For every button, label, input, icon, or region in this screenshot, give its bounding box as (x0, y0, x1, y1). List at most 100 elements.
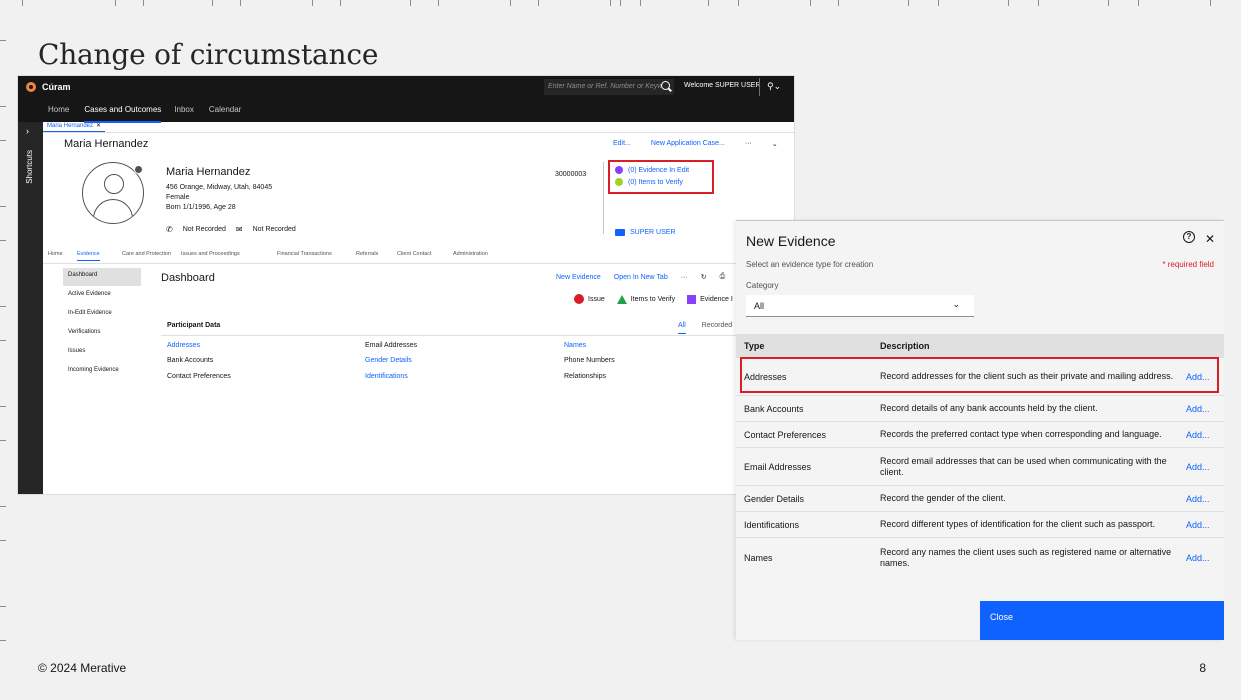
nav-dashboard[interactable]: Dashboard (63, 268, 141, 286)
case-owner-link[interactable]: SUPER USER (615, 229, 676, 236)
add-names-link[interactable]: Add... (1180, 553, 1224, 563)
person-address: 456 Orange, Midway, Utah, 84045 (166, 184, 273, 191)
divider (736, 220, 1224, 221)
phone-numbers-item: Phone Numbers (564, 357, 615, 364)
category-select[interactable]: All ⌄ (746, 295, 974, 317)
new-evidence-link[interactable]: New Evidence (556, 274, 601, 281)
nav-incoming-evidence[interactable]: Incoming Evidence (63, 363, 141, 381)
search-input[interactable]: Enter Name or Ref. Number or Keyw (544, 79, 674, 95)
names-link[interactable]: Names (564, 342, 586, 349)
table-header: Type Description (736, 334, 1224, 358)
dashboard-title: Dashboard (161, 272, 215, 284)
addresses-link[interactable]: Addresses (167, 342, 200, 349)
close-icon[interactable]: ✕ (1205, 232, 1215, 246)
divider (43, 132, 794, 133)
welcome-text: Welcome SUPER USER (684, 82, 761, 89)
email-addresses-item: Email Addresses (365, 342, 418, 349)
nav-verifications[interactable]: Verifications (63, 325, 141, 343)
close-button[interactable]: Close (980, 601, 1224, 640)
nav-tab-calendar[interactable]: Calendar (209, 102, 254, 123)
bank-accounts-item: Bank Accounts (167, 357, 214, 364)
search-icon[interactable] (661, 81, 670, 90)
close-tab-icon[interactable]: ✕ (96, 123, 101, 129)
divider (759, 78, 760, 96)
page-number: 8 (1199, 661, 1206, 675)
person-born: Born 1/1/1996, Age 28 (166, 204, 236, 211)
overflow-menu-icon[interactable]: ··· (745, 140, 752, 148)
nav-issues[interactable]: Issues (63, 344, 141, 362)
dashboard-actions: New Evidence Open In New Tab ··· ↻ ⎙ (556, 273, 725, 281)
avatar-head (104, 174, 124, 194)
refresh-icon[interactable]: ↻ (701, 273, 707, 281)
table-row: Gender Details Record the gender of the … (736, 486, 1224, 512)
filter-all[interactable]: All (678, 322, 686, 334)
description-header: Description (880, 341, 930, 351)
add-contact-preferences-link[interactable]: Add... (1180, 430, 1224, 440)
verify-status[interactable]: Items to Verify (616, 294, 675, 304)
tab-care-protection[interactable]: Care and Protection (122, 251, 171, 257)
category-label: Category (746, 281, 779, 290)
items-to-verify-link[interactable]: (0) Items to Verify (615, 178, 683, 186)
modal-subtitle: Select an evidence type for creation (746, 260, 874, 269)
help-icon[interactable]: ? (1183, 231, 1195, 243)
table-row: Email Addresses Record email addresses t… (736, 448, 1224, 486)
print-icon[interactable]: ⎙ (720, 273, 726, 281)
briefcase-icon (615, 229, 625, 236)
email-value: Not Recorded (252, 226, 296, 233)
gender-details-link[interactable]: Gender Details (365, 357, 412, 364)
nav-tab-cases[interactable]: Cases and Outcomes (84, 102, 162, 123)
phone-value: Not Recorded (182, 226, 226, 233)
header-actions: Edit... New Application Case... ··· ⌄ (613, 140, 778, 148)
status-row: Issue Items to Verify Evidence I (574, 294, 733, 304)
addresses-highlight-box (740, 357, 1219, 393)
case-tab[interactable]: Maria Hernandez ✕ (43, 122, 106, 132)
add-identifications-link[interactable]: Add... (1180, 520, 1224, 530)
expand-chevron-icon[interactable]: › (26, 126, 29, 136)
modal-title: New Evidence (746, 233, 836, 249)
user-menu-icon[interactable]: ⚲⌄ (767, 81, 783, 91)
evidence-left-nav: Dashboard Active Evidence In-Edit Eviden… (63, 268, 141, 382)
divider (603, 162, 604, 234)
add-gender-details-link[interactable]: Add... (1180, 494, 1224, 504)
curam-app-window: Cúram Enter Name or Ref. Number or Keyw … (18, 76, 794, 494)
tab-client-contact[interactable]: Client Contact (397, 251, 432, 257)
evidence-in-edit-link[interactable]: (0) Evidence In Edit (615, 166, 689, 174)
identifications-link[interactable]: Identifications (365, 373, 408, 380)
chevron-down-icon[interactable]: ⌄ (772, 140, 778, 148)
slide-grid-left (0, 0, 6, 700)
nav-tab-home[interactable]: Home (48, 102, 82, 123)
nav-tab-inbox[interactable]: Inbox (174, 102, 207, 123)
tab-evidence[interactable]: Evidence (77, 251, 100, 261)
tab-financial-transactions[interactable]: Financial Transactions (277, 251, 332, 257)
tab-home[interactable]: Home (48, 251, 63, 257)
new-application-case-link[interactable]: New Application Case... (651, 140, 725, 148)
brand[interactable]: Cúram (26, 82, 71, 92)
add-email-addresses-link[interactable]: Add... (1180, 462, 1224, 472)
filter-recorded[interactable]: Recorded (702, 322, 732, 334)
relationships-item: Relationships (564, 373, 607, 380)
edit-link[interactable]: Edit... (613, 140, 631, 148)
edit-photo-icon[interactable] (134, 165, 143, 174)
table-row: Names Record any names the client uses s… (736, 538, 1224, 578)
tab-referrals[interactable]: Referrals (356, 251, 378, 257)
add-bank-accounts-link[interactable]: Add... (1180, 404, 1224, 414)
tab-administration[interactable]: Administration (453, 251, 488, 257)
issue-status[interactable]: Issue (574, 294, 605, 304)
open-new-tab-link[interactable]: Open In New Tab (614, 274, 668, 281)
nav-active-evidence[interactable]: Active Evidence (63, 287, 141, 305)
overflow-menu-icon[interactable]: ··· (681, 274, 688, 281)
in-edit-status[interactable]: Evidence I (687, 294, 733, 304)
slide-grid-top (0, 0, 1241, 6)
email-icon: ✉ (235, 225, 243, 234)
participant-filter-tabs: All Recorded (678, 322, 732, 334)
tab-issues-proceedings[interactable]: Issues and Proceedings (181, 251, 240, 257)
shortcuts-label[interactable]: Shortcuts (25, 150, 34, 184)
verify-icon (615, 178, 623, 186)
content-tabs: Home Evidence Care and Protection Issues… (43, 250, 794, 264)
copyright: © 2024 Merative (38, 661, 127, 675)
case-title: Maria Hernandez (64, 138, 149, 150)
reference-number: 30000003 (555, 171, 587, 178)
nav-in-edit-evidence[interactable]: In-Edit Evidence (63, 306, 141, 324)
curam-logo-icon (26, 82, 36, 92)
new-evidence-modal: New Evidence ? ✕ Select an evidence type… (736, 220, 1224, 640)
